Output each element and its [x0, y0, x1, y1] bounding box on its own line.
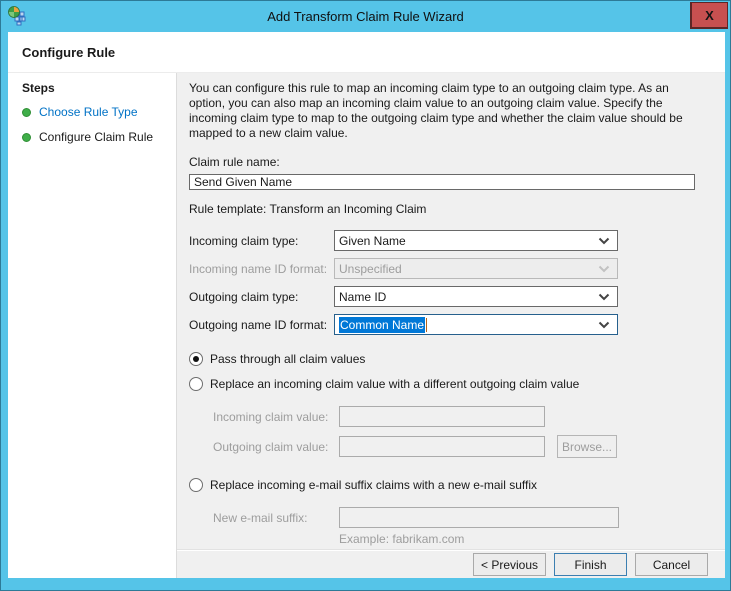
outgoing-claim-type-value: Name ID: [339, 289, 387, 304]
main-panel: You can configure this rule to map an in…: [177, 73, 725, 578]
chevron-down-icon: [598, 293, 610, 301]
close-button[interactable]: X: [690, 2, 728, 29]
new-email-suffix-input: [339, 507, 619, 529]
pass-through-radio[interactable]: [189, 352, 203, 367]
outgoing-claim-type-label: Outgoing claim type:: [189, 289, 299, 304]
dialog-frame: Configure Rule Steps Choose Rule Type Co…: [8, 32, 725, 578]
steps-heading: Steps: [22, 81, 55, 95]
text-caret: [426, 317, 428, 332]
pass-through-label: Pass through all claim values: [210, 352, 366, 367]
incoming-claim-type-value: Given Name: [339, 233, 406, 248]
adfs-app-icon: [7, 5, 29, 27]
incoming-name-id-format-combobox: Unspecified: [334, 258, 618, 280]
page-title: Configure Rule: [8, 32, 725, 73]
outgoing-claim-value-input: [339, 436, 545, 458]
browse-button: Browse...: [557, 435, 617, 459]
steps-sidebar: Steps Choose Rule Type Configure Claim R…: [8, 73, 177, 578]
outgoing-claim-value-label: Outgoing claim value:: [213, 439, 329, 454]
cancel-button[interactable]: Cancel: [635, 553, 708, 577]
new-email-suffix-label: New e-mail suffix:: [213, 510, 308, 525]
window-title: Add Transform Claim Rule Wizard: [267, 8, 464, 24]
replace-claim-value-radio[interactable]: [189, 377, 203, 392]
sidebar-item-configure-claim-rule[interactable]: Configure Claim Rule: [22, 130, 176, 144]
outgoing-name-id-format-label: Outgoing name ID format:: [189, 317, 328, 332]
outgoing-name-id-format-combobox[interactable]: Common Name: [334, 314, 618, 336]
footer-button-bar: < Previous Finish Cancel: [177, 550, 725, 578]
close-icon: X: [705, 7, 714, 23]
claim-rule-name-input[interactable]: [189, 174, 695, 191]
rule-description-text: You can configure this rule to map an in…: [189, 81, 683, 140]
chevron-down-icon: [598, 265, 610, 273]
outgoing-name-id-format-value: Common Name: [339, 316, 426, 333]
incoming-name-id-format-value: Unspecified: [339, 261, 402, 276]
incoming-claim-value-input: [339, 406, 545, 428]
incoming-claim-type-combobox[interactable]: Given Name: [334, 230, 618, 252]
rule-template-text: Rule template: Transform an Incoming Cla…: [189, 202, 427, 217]
claim-rule-name-label: Claim rule name:: [189, 155, 280, 169]
chevron-down-icon: [598, 321, 610, 329]
replace-claim-value-label: Replace an incoming claim value with a d…: [210, 377, 580, 392]
titlebar: Add Transform Claim Rule Wizard X: [0, 0, 731, 32]
incoming-name-id-format-label: Incoming name ID format:: [189, 261, 328, 276]
finish-button[interactable]: Finish: [554, 553, 627, 577]
incoming-claim-value-label: Incoming claim value:: [213, 409, 329, 424]
replace-email-suffix-label: Replace incoming e-mail suffix claims wi…: [210, 478, 538, 493]
incoming-claim-type-label: Incoming claim type:: [189, 233, 299, 248]
outgoing-claim-type-combobox[interactable]: Name ID: [334, 286, 618, 308]
sidebar-item-choose-rule-type[interactable]: Choose Rule Type: [22, 105, 176, 119]
replace-email-suffix-radio[interactable]: [189, 478, 203, 493]
step-completed-icon: [22, 107, 31, 117]
previous-button[interactable]: < Previous: [473, 553, 546, 577]
chevron-down-icon: [598, 237, 610, 245]
step-label: Configure Claim Rule: [39, 130, 154, 144]
step-label: Choose Rule Type: [39, 105, 138, 119]
email-example-text: Example: fabrikam.com: [339, 532, 465, 547]
step-completed-icon: [22, 132, 31, 142]
wizard-window: Add Transform Claim Rule Wizard X Config…: [0, 0, 731, 591]
